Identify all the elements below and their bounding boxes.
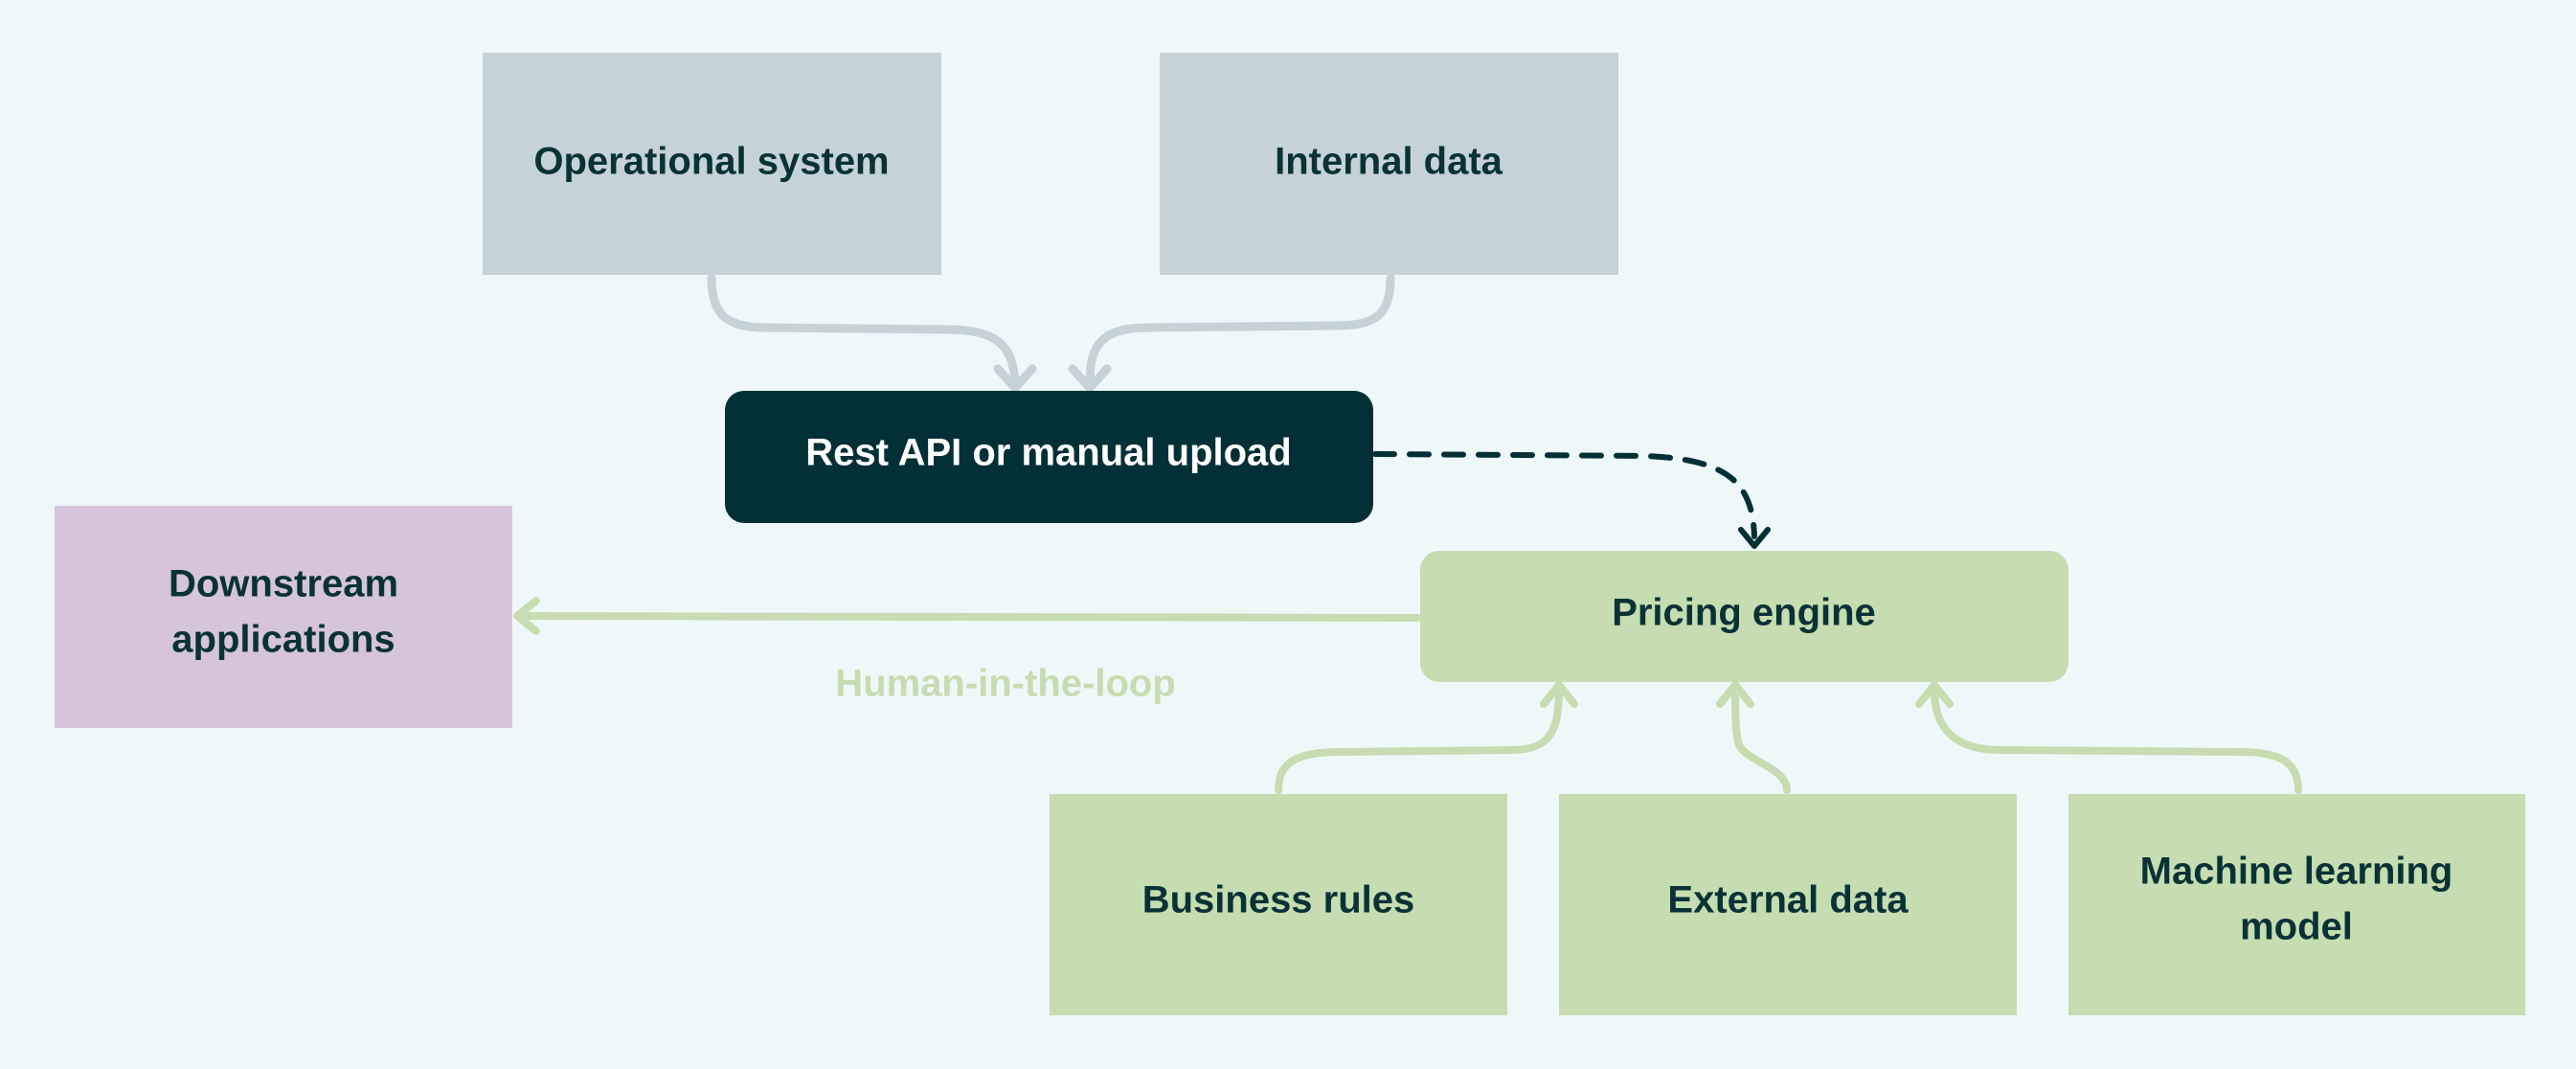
edge-api-to-pricing — [1372, 451, 1757, 539]
node-pricing-engine: Pricing engine — [1420, 551, 2068, 682]
node-operational-system: Operational system — [483, 53, 941, 275]
node-label: Pricing engine — [1612, 592, 1876, 634]
edge-pricing-to-downstream — [518, 612, 1421, 622]
node-business-rules: Business rules — [1050, 794, 1507, 1015]
edge-external-to-pricing — [1731, 686, 1791, 794]
node-external-data: External data — [1559, 794, 2017, 1015]
pricing-diagram: Operational system Internal data Rest AP… — [55, 53, 2525, 1015]
node-downstream-applications: Downstream applications — [55, 506, 512, 728]
edge-operational-to-api — [707, 273, 1020, 388]
node-label: Operational system — [533, 141, 889, 183]
node-label: Downstream — [169, 563, 398, 605]
human-in-the-loop-label: Human-in-the-loop — [835, 663, 1176, 705]
edge-ml-to-pricing — [1931, 686, 2302, 794]
node-label: model — [2240, 906, 2353, 948]
node-rest-api: Rest API or manual upload — [725, 391, 1373, 523]
node-internal-data: Internal data — [1160, 53, 1618, 275]
edge-business-to-pricing — [1275, 686, 1563, 794]
node-label: External data — [1667, 879, 1909, 921]
node-label: Rest API or manual upload — [805, 432, 1291, 474]
node-label: Internal data — [1275, 141, 1503, 183]
node-label: Business rules — [1142, 879, 1415, 921]
node-machine-learning-model: Machine learning model — [2068, 794, 2525, 1015]
edge-internal-to-api — [1085, 273, 1395, 388]
node-label: applications — [171, 619, 395, 661]
node-label: Machine learning — [2140, 851, 2453, 893]
